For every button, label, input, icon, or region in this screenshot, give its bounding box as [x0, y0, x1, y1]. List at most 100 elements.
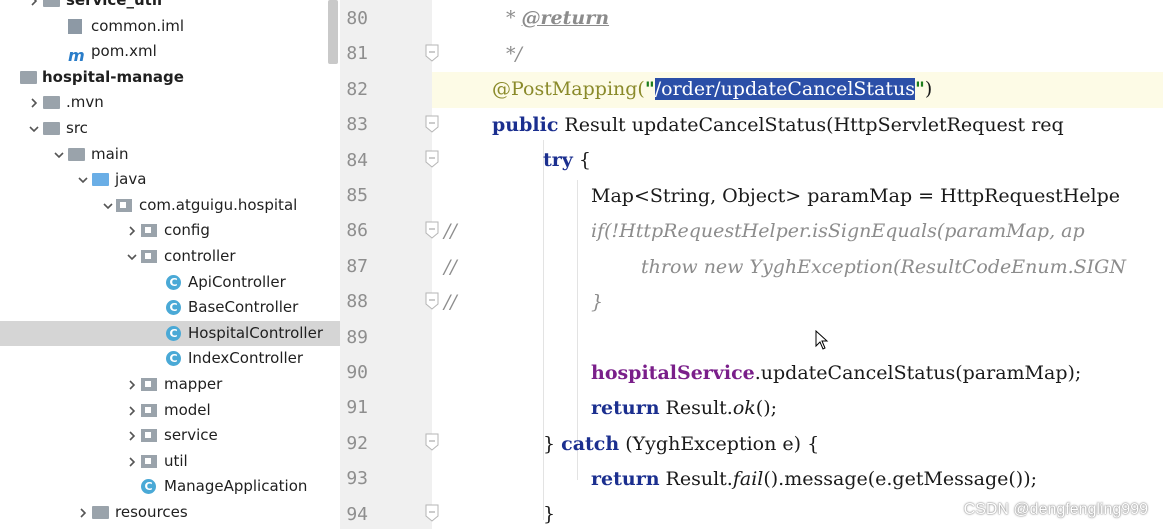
tree-item-label: service_util: [66, 0, 163, 9]
tree-item[interactable]: C IndexController: [0, 346, 340, 372]
module-folder-icon: [20, 70, 37, 85]
folder-icon: [43, 95, 60, 110]
indent-guide: [543, 140, 544, 520]
tree-item-label: main: [91, 144, 129, 163]
source-folder-icon: [92, 172, 109, 187]
chevron-right-icon[interactable]: [126, 225, 138, 237]
code-line-86-comment[interactable]: //: [444, 220, 457, 242]
package-icon: [141, 454, 158, 469]
chevron-right-icon[interactable]: [126, 379, 138, 391]
java-class-icon: C: [166, 300, 183, 316]
code-line-85[interactable]: Map<String, Object> paramMap = HttpReque…: [591, 185, 1120, 207]
line-number: 92: [346, 432, 368, 454]
line-number: 88: [346, 291, 368, 313]
tree-item-label: common.iml: [91, 16, 185, 35]
watermark: CSDN @dengfengling999: [963, 501, 1148, 518]
tree-item[interactable]: config: [0, 218, 340, 244]
line-number: 93: [346, 468, 368, 490]
tree-item[interactable]: com.atguigu.hospital: [0, 193, 340, 219]
tree-item[interactable]: main: [0, 142, 340, 168]
chevron-right-icon[interactable]: [126, 456, 138, 468]
chevron-right-icon[interactable]: [126, 405, 138, 417]
chevron-down-icon[interactable]: [53, 149, 65, 161]
tree-item[interactable]: service_util: [0, 0, 340, 14]
line-number: 80: [346, 8, 368, 29]
tree-item-label: IndexController: [188, 349, 304, 368]
tree-item-label: BaseController: [188, 298, 299, 317]
chevron-right-icon[interactable]: [77, 507, 89, 519]
tree-item-label: resources: [115, 503, 188, 521]
tree-item[interactable]: util: [0, 449, 340, 475]
tree-item[interactable]: mapper: [0, 372, 340, 398]
code-line-82[interactable]: @PostMapping("/order/updateCancelStatus"…: [492, 78, 932, 100]
line-number: 90: [346, 362, 368, 383]
iml-file-icon: [68, 18, 85, 34]
tree-item[interactable]: resources: [0, 500, 340, 526]
code-line-80[interactable]: * @return: [506, 7, 609, 29]
chevron-down-icon[interactable]: [28, 123, 40, 135]
tree-item[interactable]: src: [0, 116, 340, 142]
line-number: 83: [346, 114, 368, 136]
java-class-icon: C: [166, 325, 183, 341]
fold-marker-icon[interactable]: [424, 433, 440, 452]
code-editor[interactable]: 80 81 82 83 84 85 86 87 88 89 90 91 92 93 94 * @return…: [340, 0, 1163, 529]
fold-marker-icon[interactable]: [424, 504, 440, 522]
tree-item[interactable]: C ManageApplication: [0, 474, 340, 500]
tree-item[interactable]: m pom.xml: [0, 39, 340, 65]
tree-item[interactable]: common.iml: [0, 14, 340, 40]
code-line-91[interactable]: return Result.ok();: [591, 397, 777, 419]
code-line-84[interactable]: try {: [543, 149, 591, 171]
fold-marker-icon[interactable]: [424, 292, 440, 310]
code-line-83[interactable]: public Result updateCancelStatus(HttpSer…: [492, 114, 1064, 136]
code-line-88[interactable]: }: [591, 291, 603, 313]
tree-item-label: service: [164, 426, 218, 445]
code-line-81[interactable]: */: [506, 43, 522, 65]
tree-item[interactable]: .mvn: [0, 90, 340, 116]
tree-item-label: ApiController: [188, 272, 286, 291]
java-class-icon: C: [166, 274, 183, 290]
code-line-87[interactable]: throw new YyghException(ResultCodeEnum.S…: [641, 256, 1126, 278]
tree-item[interactable]: model: [0, 398, 340, 424]
code-line-87-comment[interactable]: //: [444, 256, 457, 278]
chevron-right-icon[interactable]: [28, 97, 40, 109]
tree-item[interactable]: C BaseController: [0, 295, 340, 321]
tree-item[interactable]: C HospitalController: [0, 320, 340, 347]
fold-marker-icon[interactable]: [424, 150, 440, 168]
tree-item[interactable]: service: [0, 423, 340, 449]
mouse-cursor-icon: [815, 329, 829, 354]
chevron-down-icon[interactable]: [77, 174, 89, 186]
line-number: 81: [346, 43, 368, 65]
tree-item-label: model: [164, 400, 211, 419]
package-icon: [141, 377, 158, 392]
chevron-down-icon[interactable]: [102, 200, 114, 212]
line-number: 84: [346, 149, 368, 171]
code-line-92[interactable]: } catch (YyghException e) {: [543, 433, 819, 455]
fold-marker-icon[interactable]: [424, 44, 440, 62]
fold-marker-icon[interactable]: [424, 115, 440, 133]
package-icon: [141, 223, 158, 238]
code-line-86[interactable]: if(!HttpRequestHelper.isSignEquals(param…: [591, 220, 1085, 242]
editor-gutter: 80 81 82 83 84 85 86 87 88 89 90 91 92 93 94: [340, 0, 439, 529]
chevron-right-icon[interactable]: [28, 0, 40, 7]
package-icon: [141, 403, 158, 418]
tree-item-label: config: [164, 221, 210, 240]
fold-marker-icon[interactable]: [424, 221, 440, 239]
line-number: 91: [346, 397, 368, 419]
tree-item-label: pom.xml: [91, 42, 157, 61]
code-line-93[interactable]: return Result.fail().message(e.getMessag…: [591, 468, 1037, 490]
tree-item[interactable]: hospital-manage: [0, 65, 340, 91]
code-line-90[interactable]: hospitalService.updateCancelStatus(param…: [591, 362, 1081, 384]
chevron-right-icon[interactable]: [126, 430, 138, 442]
tree-item-label: ManageApplication: [164, 477, 308, 496]
line-number: 94: [346, 503, 368, 525]
tree-item-label: mapper: [164, 375, 223, 393]
chevron-down-icon[interactable]: [126, 251, 138, 263]
tree-item[interactable]: java: [0, 167, 340, 193]
code-line-88-comment[interactable]: //: [444, 291, 457, 313]
tree-item[interactable]: controller: [0, 244, 340, 270]
tree-item-label: controller: [164, 247, 236, 265]
code-line-94[interactable]: }: [543, 503, 555, 525]
project-tree-panel[interactable]: service_util common.iml m pom.xml hospital-m…: [0, 0, 341, 529]
line-number: 85: [346, 185, 368, 206]
tree-item[interactable]: C ApiController: [0, 270, 340, 296]
